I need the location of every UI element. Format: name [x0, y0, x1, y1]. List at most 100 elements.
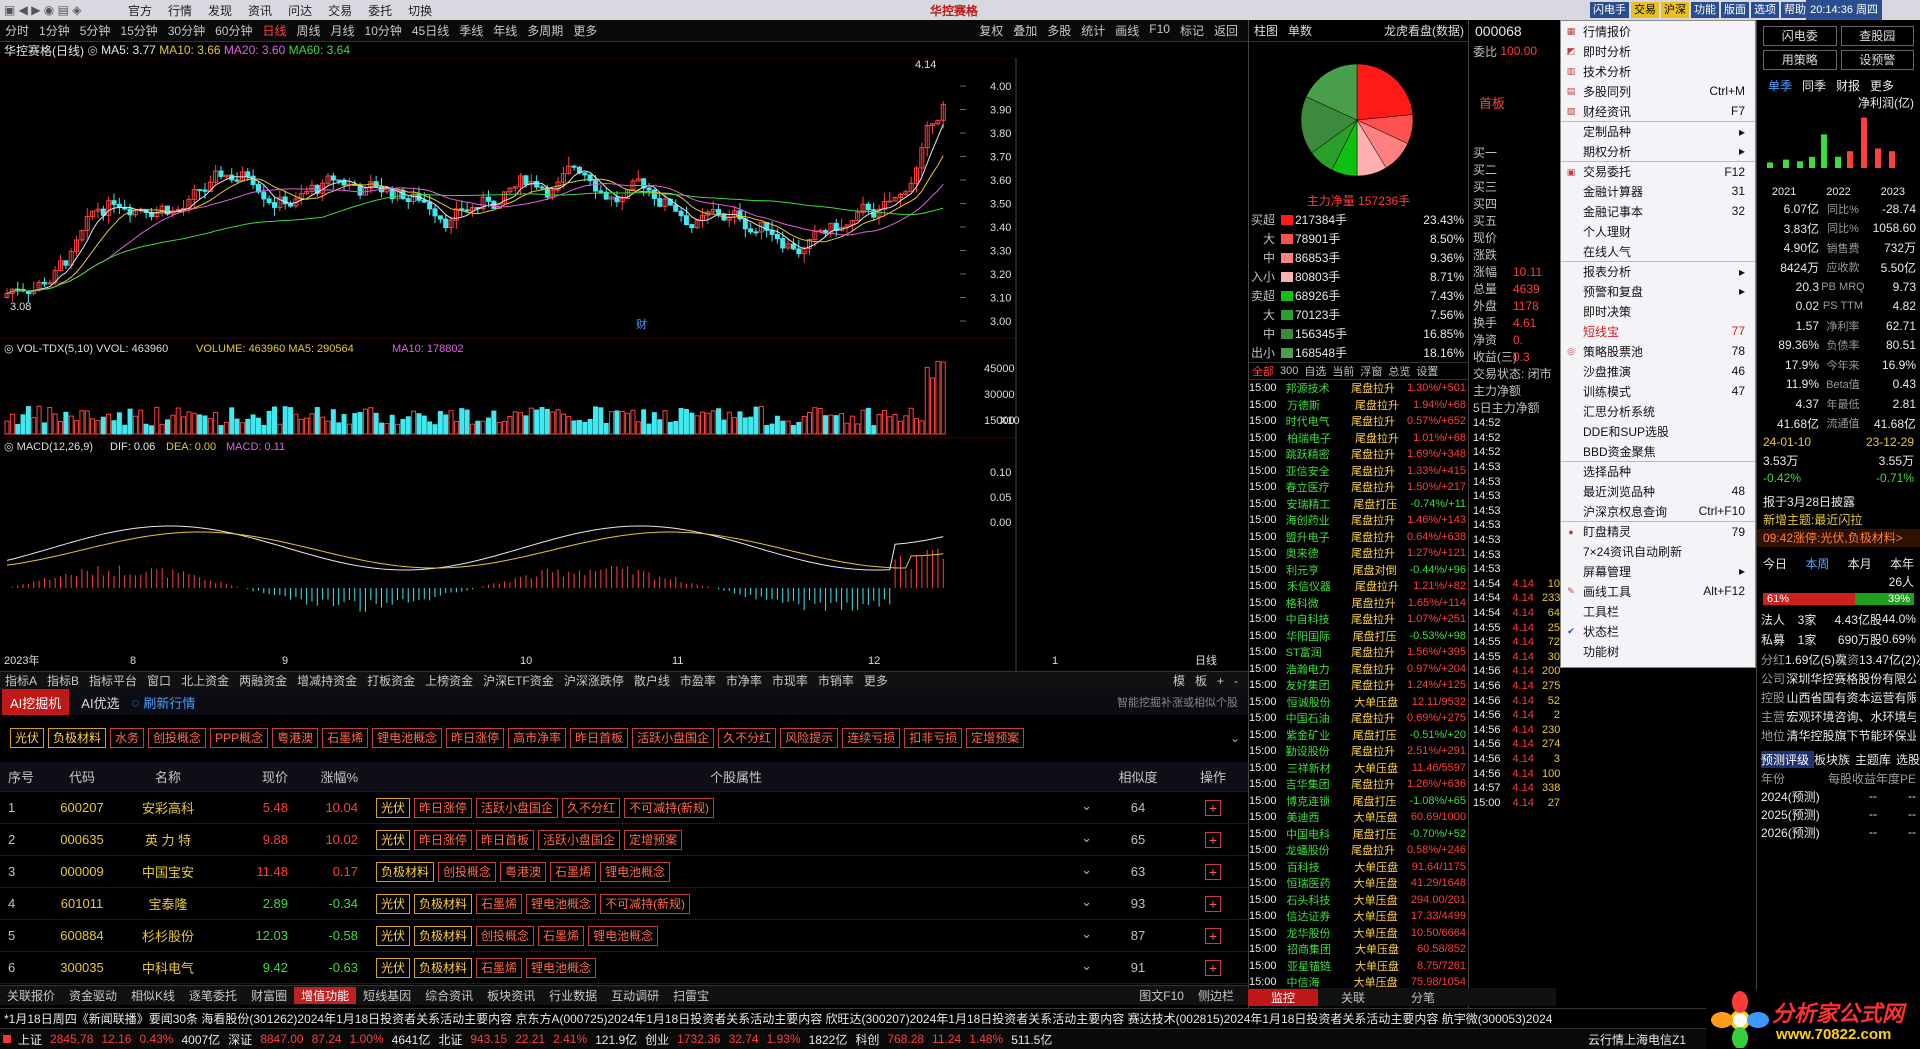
bottom-right-0[interactable]: 图文F10 — [1132, 987, 1191, 1004]
alert-row[interactable]: 15:00 龙华股份 大单压盘 10.50/6664 — [1249, 925, 1468, 942]
alert-row[interactable]: 15:00 中国石油 尾盘拉升 0.69%/+275 — [1249, 710, 1468, 727]
row-tag[interactable]: 创投概念 — [476, 925, 535, 946]
bottom-tab-6[interactable]: 短线基因 — [356, 987, 418, 1004]
far-tab-0[interactable]: 单季 — [1763, 77, 1797, 94]
table-row[interactable]: 3 000009 中国宝安 11.48 0.17 负极材料 创投概念 粤港澳 石墨烯 锂电池概念 ⌄… — [0, 856, 1248, 888]
add-icon[interactable]: + — [1205, 863, 1221, 880]
concept-tag-11[interactable]: 活跃小盘国企 — [632, 728, 715, 748]
row-tag[interactable]: 久不分红 — [562, 797, 621, 818]
bottom-tab-0[interactable]: 关联报价 — [0, 987, 62, 1004]
row-tag[interactable]: 负极材料 — [414, 893, 473, 914]
row-tag[interactable]: 不可减持(新规) — [624, 797, 715, 818]
row-tag[interactable]: 负极材料 — [376, 861, 435, 882]
table-row[interactable]: 4 601011 宝泰隆 2.89 -0.34 光伏 负极材料 石墨烯 锂电池概念 不可减持(新规… — [0, 888, 1248, 920]
alert-row[interactable]: 15:00 吉华集团 尾盘拉升 1.26%/+636 — [1249, 776, 1468, 793]
title-tab-0[interactable]: 闪电手 — [1590, 2, 1629, 18]
concept-tag-10[interactable]: 昨日首板 — [570, 728, 629, 748]
bottom-tab-1[interactable]: 资金驱动 — [62, 987, 124, 1004]
row-name[interactable]: 中国宝安 — [120, 862, 216, 881]
alert-tab-1[interactable]: 300 — [1277, 365, 1301, 377]
expand-chevron-icon[interactable]: ⌄ — [1081, 894, 1098, 910]
alert-row[interactable]: 15:00 亚信安全 尾盘拉升 1.33%/+415 — [1249, 463, 1468, 480]
menu-item[interactable]: DDE和SUP选股 — [1561, 421, 1755, 441]
concept-tag-7[interactable]: 锂电池概念 — [372, 728, 443, 748]
table-row[interactable]: 5 600884 杉杉股份 12.03 -0.58 光伏 负极材料 创投概念 石墨烯 锂电池概念 ⌄… — [0, 920, 1248, 952]
header-2[interactable]: 名称 — [120, 767, 216, 786]
period-9[interactable]: 10分钟 — [360, 22, 407, 39]
row-tag[interactable]: 创投概念 — [438, 861, 497, 882]
row-tag[interactable]: 活跃小盘国企 — [476, 797, 559, 818]
row-tag[interactable]: 锂电池概念 — [588, 925, 659, 946]
menu-item[interactable]: 功能树 — [1561, 641, 1755, 661]
alert-row[interactable]: 15:00 安瑞精工 尾盘打压 -0.74%/+11 — [1249, 496, 1468, 513]
menu-item[interactable]: 个人理财 — [1561, 221, 1755, 241]
alert-row[interactable]: 15:00 博克连锁 尾盘打压 -1.08%/+65 — [1249, 793, 1468, 810]
header-0[interactable]: 序号 — [0, 767, 44, 786]
table-row[interactable]: 2 000635 英 力 特 9.88 10.02 光伏 昨日涨停 昨日首板 活跃小盘国企 定增预… — [0, 824, 1248, 856]
period-10[interactable]: 45日线 — [407, 22, 454, 39]
alert-tab-6[interactable]: 设置 — [1413, 363, 1441, 379]
row-code[interactable]: 000009 — [44, 864, 120, 879]
expand-chevron-icon[interactable]: ⌄ — [1081, 798, 1098, 814]
menu-item[interactable]: 预警和复盘 ▸ — [1561, 281, 1755, 301]
row-tag[interactable]: 昨日涨停 — [414, 797, 473, 818]
far-period-0[interactable]: 今日 — [1763, 555, 1787, 572]
menu-item[interactable]: ▦ 行情报价 — [1561, 21, 1755, 41]
bottom-tab-10[interactable]: 互动调研 — [604, 987, 666, 1004]
table-row[interactable]: 6 300035 中科电气 9.42 -0.63 光伏 负极材料 石墨烯 锂电池概念 ⌄ 91 + — [0, 952, 1248, 984]
alert-row[interactable]: 15:00 亚星锚链 大单压盘 8.75/7261 — [1249, 958, 1468, 975]
indicator-tab-1[interactable]: 指标B — [42, 672, 84, 689]
concept-tag-13[interactable]: 风险提示 — [780, 728, 839, 748]
period-6[interactable]: 日线 — [257, 22, 291, 39]
menu-item[interactable]: 汇思分析系统 — [1561, 401, 1755, 421]
alert-row[interactable]: 15:00 三祥新材 大单压盘 11.46/5597 — [1249, 760, 1468, 777]
period-0[interactable]: 分时 — [0, 22, 34, 39]
alert-row[interactable]: 15:00 中自科技 尾盘拉升 1.07%/+251 — [1249, 611, 1468, 628]
row-tag[interactable]: 光伏 — [376, 893, 411, 914]
period-14[interactable]: 更多 — [568, 22, 602, 39]
period-1[interactable]: 1分钟 — [34, 22, 75, 39]
menu-item[interactable]: ◎ 策略股票池 78 — [1561, 341, 1755, 361]
row-tag[interactable]: 不可减持(新规) — [600, 893, 691, 914]
header-7[interactable]: 操作 — [1178, 767, 1248, 786]
menu-item[interactable]: ● 盯盘精灵 79 — [1561, 521, 1755, 541]
concept-tag-0[interactable]: 光伏 — [10, 728, 45, 748]
chart-tool-0[interactable]: 复权 — [974, 22, 1008, 39]
alert-row[interactable]: 15:00 恒诚股份 大单压盘 12.11/9532 — [1249, 694, 1468, 711]
expand-chevron-icon[interactable]: ⌄ — [1081, 958, 1098, 974]
menu-item[interactable]: BBD资金聚焦 — [1561, 441, 1755, 461]
row-tag[interactable]: 光伏 — [376, 925, 411, 946]
menu-item[interactable]: 沪深京权息查询 Ctrl+F10 — [1561, 501, 1755, 521]
row-tag[interactable]: 定增预案 — [624, 829, 683, 850]
row-tag[interactable]: 锂电池概念 — [600, 861, 671, 882]
add-icon[interactable]: + — [1205, 959, 1221, 976]
far-period-3[interactable]: 本年 — [1890, 555, 1914, 572]
ai-pick-tab[interactable]: AI优选 — [69, 693, 131, 712]
indicator-ctl-0[interactable]: 模 — [1168, 674, 1190, 688]
company-value[interactable]: 清华控股旗下节能环保业... — [1787, 727, 1916, 744]
row-name[interactable]: 英 力 特 — [120, 830, 216, 849]
bottom-tab-4[interactable]: 财富圈 — [244, 987, 294, 1004]
concept-tag-4[interactable]: PPP概念 — [210, 728, 269, 748]
far-button-1[interactable]: 查股园 — [1840, 26, 1914, 46]
menu-item[interactable]: 金融记事本 32 — [1561, 201, 1755, 221]
period-8[interactable]: 月线 — [326, 22, 360, 39]
header-5[interactable]: 个股属性 — [366, 767, 1098, 786]
connection-status[interactable]: 云行情上海电信Z1 — [1584, 1031, 1690, 1048]
period-12[interactable]: 年线 — [488, 22, 522, 39]
menu-5[interactable]: 交易 — [320, 2, 360, 19]
menu-2[interactable]: 发现 — [200, 2, 240, 19]
menu-item[interactable]: 屏幕管理 ▸ — [1561, 561, 1755, 581]
far-period-2[interactable]: 本月 — [1848, 555, 1872, 572]
bottom-tab-11[interactable]: 扫雷宝 — [666, 987, 716, 1004]
notice-1[interactable]: 报于3月28日披露 — [1757, 493, 1920, 511]
menu-item[interactable]: 训练模式 47 — [1561, 381, 1755, 401]
header-1[interactable]: 代码 — [44, 767, 120, 786]
alert-row[interactable]: 15:00 禾信仪器 尾盘拉升 1.21%/+82 — [1249, 578, 1468, 595]
bottom-tab-2[interactable]: 相似K线 — [124, 987, 182, 1004]
menu-item[interactable]: ◩ 即时分析 — [1561, 41, 1755, 61]
indicator-tab-9[interactable]: 沪深ETF资金 — [478, 672, 559, 689]
far-tab-1[interactable]: 同季 — [1797, 77, 1831, 94]
row-tag[interactable]: 负极材料 — [414, 957, 473, 978]
indicator-tab-12[interactable]: 市盈率 — [675, 672, 721, 689]
